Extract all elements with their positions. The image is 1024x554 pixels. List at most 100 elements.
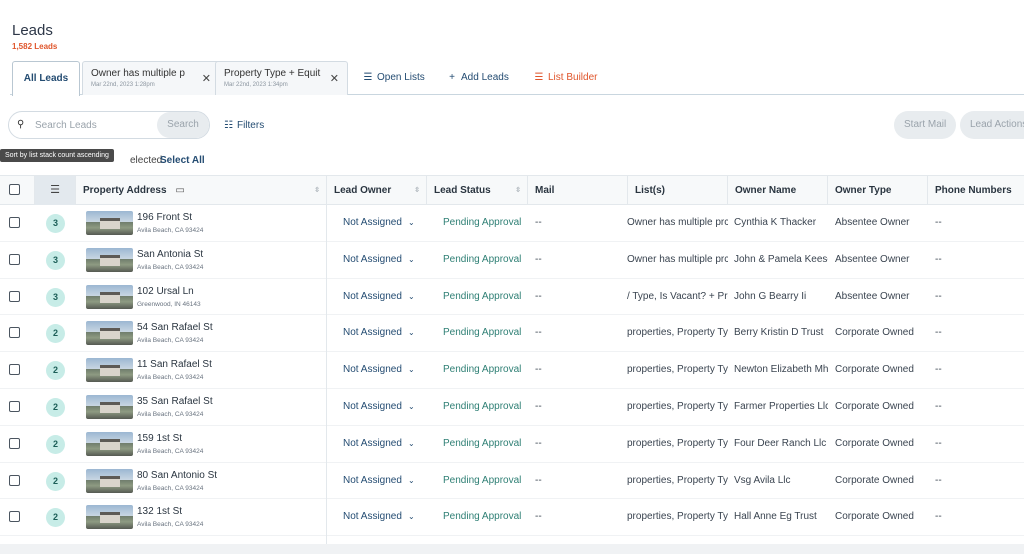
horizontal-scrollbar[interactable] — [0, 544, 1024, 554]
property-street[interactable]: 132 1st St — [137, 506, 182, 517]
lead-owner-select[interactable]: Not Assigned ⌄ — [336, 352, 426, 388]
property-photo[interactable] — [86, 431, 133, 456]
table-row[interactable]: 3 San Antonia St Avila Beach, CA 93424 N… — [0, 242, 1024, 279]
property-photo[interactable] — [86, 358, 133, 383]
property-photo[interactable] — [86, 468, 133, 493]
property-photo[interactable] — [86, 505, 133, 530]
tab-all-leads[interactable]: All Leads — [12, 61, 80, 96]
lists-cell: properties, Property Ty — [627, 400, 728, 412]
list-count-badge: 3 — [46, 214, 65, 233]
column-owner-name[interactable]: Owner Name — [728, 176, 828, 205]
row-checkbox[interactable] — [9, 437, 20, 449]
table-row[interactable]: 2 80 San Antonio St Avila Beach, CA 9342… — [0, 463, 1024, 500]
lead-status[interactable]: Pending Approval — [436, 426, 528, 462]
select-all-link[interactable]: Select All — [160, 155, 205, 166]
house-icon — [100, 512, 120, 524]
plus-icon: + — [449, 72, 455, 83]
owner-name-cell: Farmer Properties Llc — [734, 400, 828, 412]
search-input[interactable]: Search Leads — [35, 120, 97, 131]
phone-numbers-cell: -- — [935, 400, 942, 412]
open-lists-button[interactable]: ☰ Open Lists — [362, 72, 425, 83]
lead-status[interactable]: Pending Approval — [436, 205, 528, 241]
lead-actions-button[interactable]: Lead Actions — [960, 111, 1024, 139]
house-icon — [100, 438, 120, 450]
row-checkbox[interactable] — [9, 217, 20, 228]
close-icon[interactable]: ✕ — [330, 72, 339, 85]
column-owner-type[interactable]: Owner Type — [828, 176, 928, 205]
filters-button[interactable]: ☷ Filters — [224, 120, 264, 131]
table-row[interactable]: 2 132 1st St Avila Beach, CA 93424 Not A… — [0, 499, 1024, 537]
list-builder-label: List Builder — [548, 72, 598, 83]
row-checkbox[interactable] — [9, 253, 20, 265]
column-phone-numbers[interactable]: Phone Numbers — [928, 176, 1024, 205]
table-row[interactable]: 2 35 San Rafael St Avila Beach, CA 93424… — [0, 389, 1024, 426]
table-header: ☰ Property Address ▭ ⇳ Lead Owner ⇳ Lead … — [0, 175, 1024, 205]
lead-status[interactable]: Pending Approval — [436, 389, 528, 425]
property-street[interactable]: 35 San Rafael St — [137, 396, 213, 407]
house-icon — [100, 254, 120, 266]
column-lead-status[interactable]: Lead Status ⇳ — [427, 176, 528, 205]
lead-status[interactable]: Pending Approval — [436, 352, 528, 388]
column-lists[interactable]: List(s) — [628, 176, 728, 205]
property-photo[interactable] — [86, 211, 133, 235]
lead-owner-select[interactable]: Not Assigned ⌄ — [336, 315, 426, 351]
lead-status[interactable]: Pending Approval — [436, 463, 528, 499]
tab-saved-list-2[interactable]: Property Type + Equit Mar 22nd, 2023 1:3… — [215, 61, 348, 95]
property-street[interactable]: 80 San Antonio St — [137, 470, 217, 481]
start-mail-button[interactable]: Start Mail — [894, 111, 957, 139]
phone-numbers-cell: -- — [935, 474, 942, 486]
lead-owner-select[interactable]: Not Assigned ⌄ — [336, 426, 426, 462]
table-row[interactable]: 2 54 San Rafael St Avila Beach, CA 93424… — [0, 315, 1024, 353]
row-checkbox[interactable] — [9, 364, 20, 376]
property-street[interactable]: 102 Ursal Ln — [137, 286, 194, 297]
house-icon — [100, 291, 120, 303]
property-photo[interactable] — [86, 284, 133, 309]
row-checkbox[interactable] — [9, 400, 20, 412]
row-checkbox[interactable] — [9, 327, 20, 339]
table-row[interactable]: 3 102 Ursal Ln Greenwood, IN 46143 Not A… — [0, 279, 1024, 316]
property-street[interactable]: San Antonia St — [137, 249, 203, 260]
row-checkbox[interactable] — [9, 290, 20, 302]
property-street[interactable]: 54 San Rafael St — [137, 322, 213, 333]
phone-numbers-cell: -- — [935, 437, 942, 449]
property-photo[interactable] — [86, 321, 133, 346]
table-row[interactable]: 3 196 Front St Avila Beach, CA 93424 Not… — [0, 205, 1024, 242]
property-street[interactable]: 11 San Rafael St — [137, 359, 212, 370]
list-count-sort-button[interactable]: ☰ — [35, 176, 76, 205]
column-mail[interactable]: Mail — [528, 176, 628, 205]
lead-status[interactable]: Pending Approval — [436, 242, 528, 278]
owner-type-cell: Corporate Owned — [835, 327, 914, 339]
list-builder-button[interactable]: ☰ List Builder — [533, 72, 598, 83]
search-button[interactable]: Search — [157, 112, 209, 138]
property-street[interactable]: 196 Front St — [137, 212, 192, 223]
chevron-down-icon: ⌄ — [407, 218, 415, 227]
select-all-checkbox[interactable] — [9, 184, 20, 195]
row-checkbox[interactable] — [9, 474, 20, 486]
lead-status[interactable]: Pending Approval — [436, 315, 528, 351]
phone-numbers-cell: -- — [935, 217, 942, 228]
column-lead-owner[interactable]: Lead Owner ⇳ — [327, 176, 427, 205]
lead-owner-select[interactable]: Not Assigned ⌄ — [336, 499, 426, 535]
lead-status[interactable]: Pending Approval — [436, 499, 528, 535]
lead-owner-select[interactable]: Not Assigned ⌄ — [336, 279, 426, 315]
close-icon[interactable]: ✕ — [202, 72, 211, 85]
property-photo[interactable] — [86, 394, 133, 419]
sort-icon: ⇳ — [314, 187, 320, 194]
list-icon: ☰ — [363, 72, 373, 83]
property-photo[interactable] — [86, 247, 133, 272]
row-checkbox[interactable] — [9, 511, 20, 523]
lead-owner-select[interactable]: Not Assigned ⌄ — [336, 205, 426, 241]
table-row[interactable]: 2 159 1st St Avila Beach, CA 93424 Not A… — [0, 426, 1024, 463]
property-street[interactable]: 159 1st St — [137, 433, 182, 444]
lead-owner-select[interactable]: Not Assigned ⌄ — [336, 242, 426, 278]
chevron-down-icon: ⌄ — [407, 401, 415, 411]
chevron-down-icon: ⌄ — [407, 475, 415, 485]
add-leads-button[interactable]: + Add Leads — [446, 72, 509, 83]
lead-status[interactable]: Pending Approval — [436, 279, 528, 315]
lead-owner-select[interactable]: Not Assigned ⌄ — [336, 389, 426, 425]
table-row[interactable]: 2 11 San Rafael St Avila Beach, CA 93424… — [0, 352, 1024, 389]
column-property-address[interactable]: Property Address ▭ ⇳ — [76, 176, 327, 205]
search-box[interactable]: ⚲ Search Leads Search — [8, 111, 210, 139]
lead-owner-select[interactable]: Not Assigned ⌄ — [336, 463, 426, 499]
tab-saved-list-1[interactable]: Owner has multiple p Mar 22nd, 2023 1:28… — [82, 61, 220, 95]
